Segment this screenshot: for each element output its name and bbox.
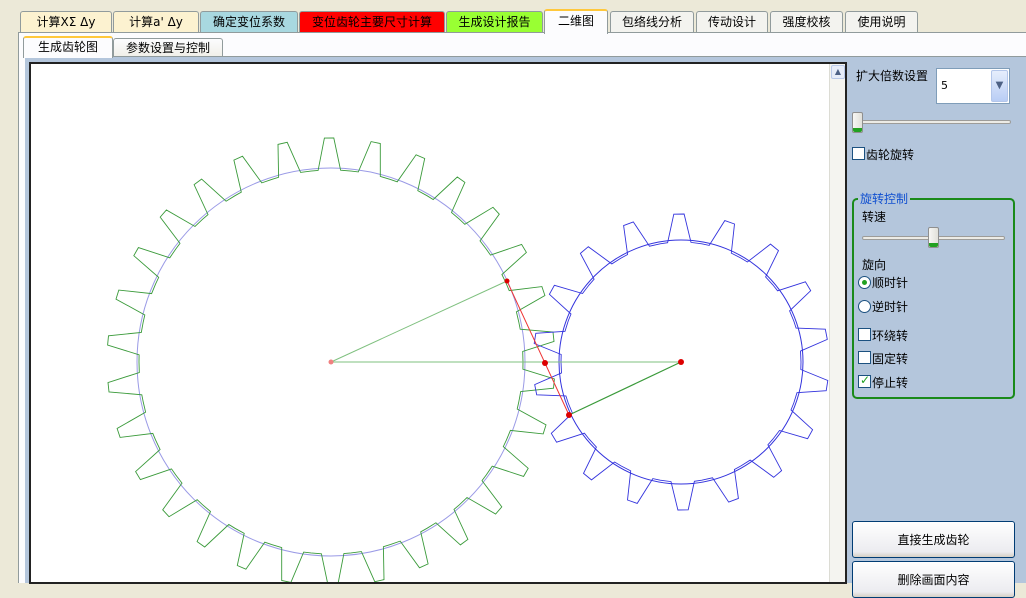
zoom-label: 扩大倍数设置 bbox=[856, 69, 929, 83]
scroll-up-icon[interactable]: ▲ bbox=[831, 65, 845, 79]
subtab-generate-gear[interactable]: 生成齿轮图 bbox=[23, 36, 113, 58]
tab-transmission-design[interactable]: 传动设计 bbox=[696, 11, 768, 32]
fixed-rotate-checkbox[interactable] bbox=[858, 351, 871, 364]
rotation-control-title: 旋转控制 bbox=[858, 190, 911, 207]
orbit-rotate-label: 环绕转 bbox=[872, 329, 909, 343]
zoom-factor-select[interactable]: 5 ▼ bbox=[936, 68, 1010, 104]
tab-user-guide[interactable]: 使用说明 bbox=[845, 11, 918, 32]
small-gear-center bbox=[678, 359, 684, 365]
tab-calc-x-sigma[interactable]: 计算XΣ Δy bbox=[20, 11, 112, 32]
main-tab-bar: 计算XΣ Δy 计算a' Δy 确定变位系数 变位齿轮主要尺寸计算 生成设计报告 二维图包… bbox=[0, 0, 1026, 34]
speed-label: 转速 bbox=[862, 210, 887, 224]
large-gear-base-radius-line bbox=[330, 280, 508, 363]
fixed-rotate-label: 固定转 bbox=[872, 352, 909, 366]
speed-slider-thumb[interactable] bbox=[928, 227, 939, 248]
zoom-slider-thumb[interactable] bbox=[852, 112, 863, 133]
counterclockwise-label: 逆时针 bbox=[872, 300, 909, 314]
chevron-down-icon[interactable]: ▼ bbox=[991, 70, 1008, 102]
counterclockwise-radio[interactable] bbox=[858, 300, 871, 313]
clear-canvas-button[interactable]: 删除画面内容 bbox=[852, 561, 1015, 598]
gear-rotate-checkbox[interactable] bbox=[852, 147, 865, 160]
tab-envelope-analysis[interactable]: 包络线分析 bbox=[610, 11, 694, 32]
tab-2d-drawing[interactable]: 二维图 bbox=[544, 9, 608, 34]
direction-label: 旋向 bbox=[862, 258, 887, 272]
orbit-rotate-checkbox[interactable] bbox=[858, 328, 871, 341]
tab-main-dimensions[interactable]: 变位齿轮主要尺寸计算 bbox=[299, 11, 445, 32]
generate-gear-button[interactable]: 直接生成齿轮 bbox=[852, 521, 1015, 558]
tangent-point-large bbox=[504, 278, 510, 284]
gear-canvas[interactable]: ▲ bbox=[29, 62, 847, 584]
large-gear-center bbox=[328, 359, 334, 365]
clockwise-radio[interactable] bbox=[858, 276, 871, 289]
tab-calc-a-prime[interactable]: 计算a' Δy bbox=[113, 11, 199, 32]
small-gear-base-radius-line bbox=[568, 361, 682, 416]
stop-rotate-label: 停止转 bbox=[872, 376, 909, 390]
zoom-value: 5 bbox=[941, 79, 948, 92]
tab-design-report[interactable]: 生成设计报告 bbox=[446, 11, 543, 32]
pitch-point bbox=[542, 360, 548, 366]
canvas-vertical-scrollbar[interactable]: ▲ bbox=[829, 64, 845, 582]
tab-strength-check[interactable]: 强度校核 bbox=[770, 11, 843, 32]
zoom-slider-track[interactable] bbox=[856, 120, 1011, 124]
tab-determine-coefficient[interactable]: 确定变位系数 bbox=[200, 11, 298, 32]
gear-rotate-label: 齿轮旋转 bbox=[866, 148, 915, 162]
gear-drawing bbox=[107, 137, 829, 582]
stop-rotate-checkbox[interactable] bbox=[858, 373, 871, 388]
subtab-parameter-settings[interactable]: 参数设置与控制 bbox=[113, 38, 223, 57]
clockwise-label: 顺时针 bbox=[872, 276, 909, 290]
tangent-point-small bbox=[566, 412, 572, 418]
